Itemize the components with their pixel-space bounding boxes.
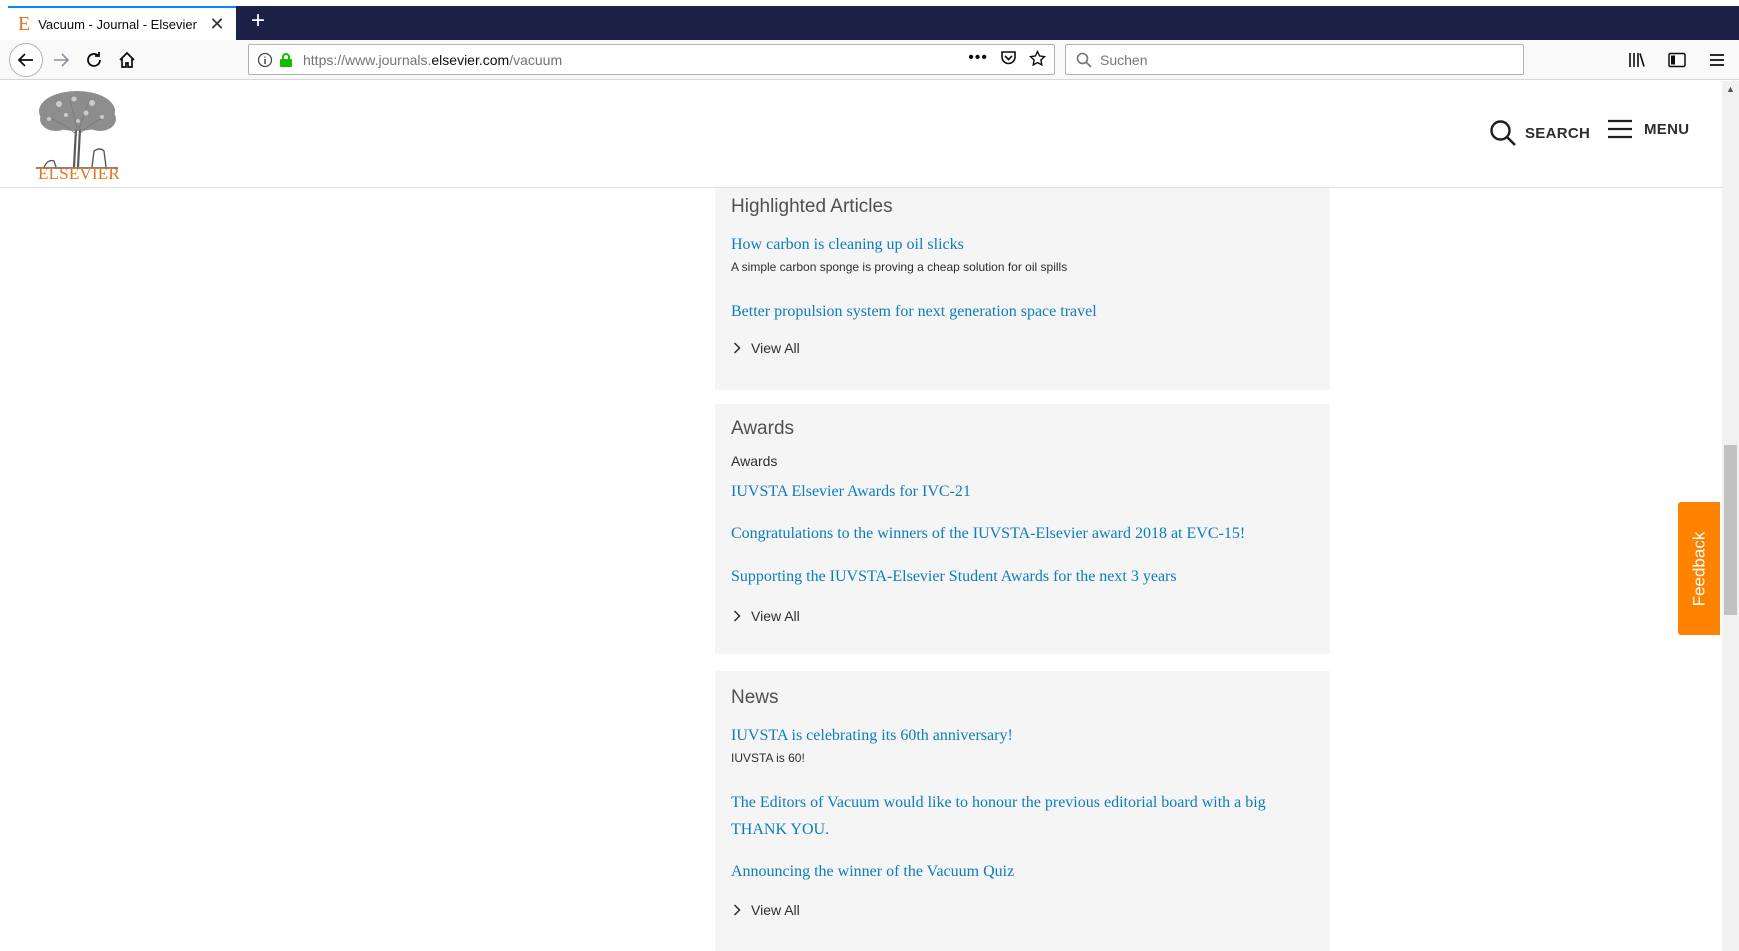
feedback-label: Feedback xyxy=(1689,531,1709,606)
feedback-button[interactable]: Feedback xyxy=(1678,502,1720,635)
news-link[interactable]: Announcing the winner of the Vacuum Quiz xyxy=(731,858,1311,885)
browser-tabbar: E Vacuum - Journal - Elsevier ✕ + xyxy=(0,0,1739,40)
hamburger-icon xyxy=(1608,119,1632,139)
hamburger-menu-button[interactable] xyxy=(1701,44,1733,76)
reload-icon xyxy=(87,52,101,67)
toolbar-right xyxy=(1621,44,1733,76)
highlighted-articles-panel: Highlighted Articles How carbon is clean… xyxy=(715,188,1330,390)
header-menu-button[interactable]: MENU xyxy=(1608,119,1689,139)
view-all-label: View All xyxy=(751,608,800,624)
arrow-right-icon xyxy=(54,53,70,67)
url-prefix: https://www.journals. xyxy=(303,51,432,68)
site-header: ELSEVIER SEARCH MENU xyxy=(0,81,1722,188)
tabstrip-background xyxy=(236,6,1739,40)
new-tab-button[interactable]: + xyxy=(244,8,272,36)
article-subtitle: A simple carbon sponge is proving a chea… xyxy=(731,260,1068,274)
back-button[interactable] xyxy=(9,43,43,77)
awards-panel: Awards Awards IUVSTA Elsevier Awards for… xyxy=(715,404,1330,654)
url-bar[interactable]: https://www.journals.elsevier.com/vacuum… xyxy=(248,44,1055,75)
header-search-button[interactable]: SEARCH xyxy=(1489,119,1590,147)
sidebar-icon xyxy=(1668,52,1686,68)
awards-label: Awards xyxy=(731,453,778,469)
news-title: News xyxy=(731,687,779,708)
browser-search-input[interactable] xyxy=(1100,51,1500,68)
search-label: SEARCH xyxy=(1525,124,1591,142)
lock-icon[interactable] xyxy=(279,52,293,68)
page-scrollbar[interactable]: ▲ xyxy=(1722,81,1739,951)
home-button[interactable] xyxy=(111,44,143,76)
url-text: https://www.journals.elsevier.com/vacuum xyxy=(303,52,562,68)
chevron-right-icon xyxy=(733,610,741,622)
browser-search-bar[interactable] xyxy=(1065,44,1524,75)
highlighted-articles-title: Highlighted Articles xyxy=(731,196,893,217)
news-subtitle: IUVSTA is 60! xyxy=(731,751,805,765)
article-link[interactable]: How carbon is cleaning up oil slicks xyxy=(731,231,1311,258)
article-link[interactable]: Better propulsion system for next genera… xyxy=(731,298,1311,325)
page-actions-icon[interactable]: ••• xyxy=(968,49,988,67)
menu-label: MENU xyxy=(1644,120,1690,138)
tab-title: Vacuum - Journal - Elsevier xyxy=(38,16,197,32)
arrow-left-icon xyxy=(17,53,33,67)
home-icon xyxy=(119,51,135,68)
view-all-link[interactable]: View All xyxy=(733,340,800,356)
url-domain: elsevier.com xyxy=(431,51,510,68)
tabstrip-edge xyxy=(0,0,8,40)
news-link[interactable]: IUVSTA is celebrating its 60th anniversa… xyxy=(731,722,1311,749)
view-all-label: View All xyxy=(751,340,800,356)
url-path: /vacuum xyxy=(509,51,563,68)
pocket-icon[interactable] xyxy=(1000,50,1017,66)
award-link[interactable]: Congratulations to the winners of the IU… xyxy=(731,520,1311,547)
info-icon[interactable] xyxy=(257,52,273,68)
browser-tab-active[interactable]: E Vacuum - Journal - Elsevier ✕ xyxy=(8,6,236,40)
search-icon xyxy=(1490,120,1516,146)
close-tab-icon[interactable]: ✕ xyxy=(208,14,226,35)
award-link[interactable]: IUVSTA Elsevier Awards for IVC-21 xyxy=(731,478,1311,505)
view-all-label: View All xyxy=(751,902,800,918)
sidebar-toggle-button[interactable] xyxy=(1661,44,1693,76)
view-all-link[interactable]: View All xyxy=(733,608,800,624)
elsevier-favicon-icon: E xyxy=(18,13,31,35)
awards-title: Awards xyxy=(731,418,795,439)
view-all-link[interactable]: View All xyxy=(733,902,800,918)
scroll-up-icon[interactable]: ▲ xyxy=(1726,84,1735,94)
chevron-right-icon xyxy=(733,904,741,916)
forward-button[interactable] xyxy=(45,44,77,76)
url-actions: ••• xyxy=(968,49,1046,67)
library-button[interactable] xyxy=(1621,44,1653,76)
news-panel: News IUVSTA is celebrating its 60th anni… xyxy=(715,671,1330,951)
chevron-right-icon xyxy=(733,342,741,354)
search-icon xyxy=(1076,52,1092,68)
bookmark-star-icon[interactable] xyxy=(1029,49,1046,67)
elsevier-wordmark[interactable]: ELSEVIER xyxy=(38,164,120,184)
news-link[interactable]: The Editors of Vacuum would like to hono… xyxy=(731,789,1311,843)
hamburger-icon xyxy=(1710,54,1724,66)
page-content: ELSEVIER SEARCH MENU Highlighted Article… xyxy=(0,81,1722,951)
browser-navbar: https://www.journals.elsevier.com/vacuum… xyxy=(0,40,1739,80)
reload-button[interactable] xyxy=(78,44,110,76)
library-icon xyxy=(1629,53,1645,67)
award-link[interactable]: Supporting the IUVSTA-Elsevier Student A… xyxy=(731,563,1311,590)
scrollbar-thumb[interactable] xyxy=(1724,445,1737,615)
